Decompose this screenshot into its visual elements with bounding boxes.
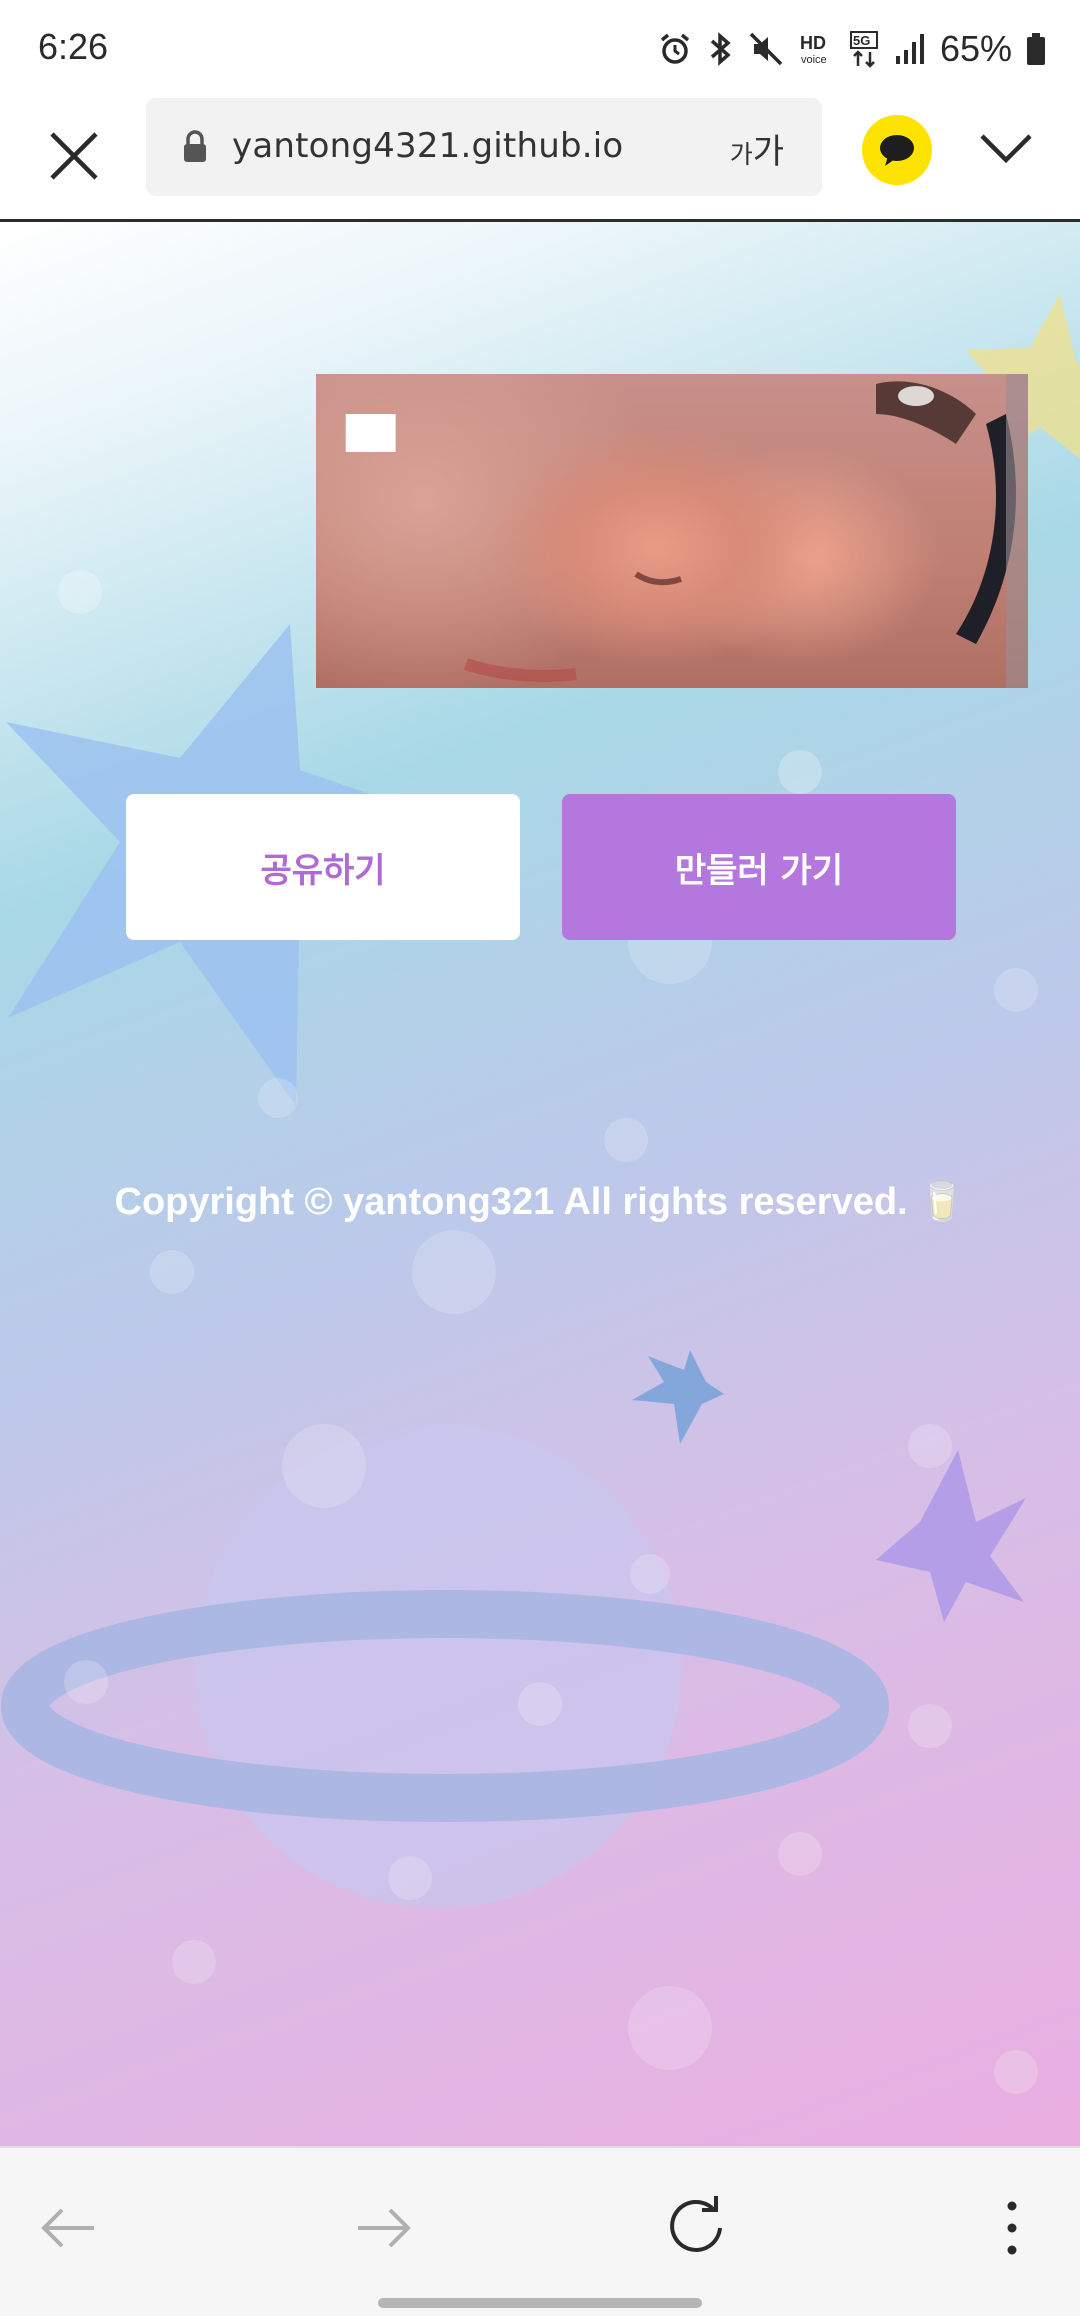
bubble-icon bbox=[994, 2050, 1038, 2094]
bubble-icon bbox=[412, 1230, 496, 1314]
bubble-icon bbox=[628, 1986, 712, 2070]
bubble-icon bbox=[908, 1704, 952, 1748]
lock-icon bbox=[184, 130, 206, 162]
5g-icon: 5G bbox=[849, 31, 878, 68]
font-size-button[interactable]: 가가 bbox=[730, 124, 784, 173]
star-purple-icon bbox=[876, 1450, 1026, 1622]
make-button[interactable]: 만들러 가기 bbox=[562, 794, 956, 940]
close-icon bbox=[50, 132, 98, 180]
bubble-icon bbox=[994, 968, 1038, 1012]
refresh-button[interactable] bbox=[656, 2188, 736, 2268]
web-content: ██ 공유하기 만들러 가기 Copyright © yantong321 Al… bbox=[0, 222, 1080, 2146]
status-time: 6:26 bbox=[38, 26, 109, 67]
browser-bottom-nav bbox=[0, 2146, 1080, 2316]
battery-icon bbox=[1027, 33, 1045, 65]
chevron-down-icon bbox=[980, 134, 1032, 164]
hd-voice-icon: HD voice bbox=[800, 33, 827, 66]
planet-icon bbox=[194, 1424, 682, 1908]
close-button[interactable] bbox=[44, 126, 104, 186]
bubble-icon bbox=[630, 1554, 670, 1594]
bubble-icon bbox=[778, 750, 822, 794]
alarm-icon bbox=[660, 33, 690, 64]
more-options-button[interactable] bbox=[972, 2188, 1052, 2268]
photo-detail-icon bbox=[464, 374, 1028, 688]
signal-icon bbox=[895, 34, 924, 64]
more-options-icon bbox=[1007, 2201, 1017, 2255]
bubble-icon bbox=[58, 570, 102, 614]
bubble-icon bbox=[908, 1424, 952, 1468]
refresh-icon bbox=[670, 2196, 722, 2252]
bubble-icon bbox=[282, 1424, 366, 1508]
forward-arrow-icon bbox=[358, 2208, 411, 2248]
browser-toolbar: yantong4321.github.io 가가 bbox=[0, 98, 1080, 222]
result-photo: ██ bbox=[316, 374, 1028, 688]
battery-percentage: 65% bbox=[939, 28, 1012, 69]
bluetooth-icon bbox=[710, 32, 731, 66]
kakao-talk-button[interactable] bbox=[862, 115, 932, 185]
kakao-talk-icon bbox=[880, 135, 914, 166]
bubble-icon bbox=[150, 1250, 194, 1294]
bubble-icon bbox=[778, 1832, 822, 1876]
bubble-icon bbox=[258, 1078, 298, 1118]
svg-text:5G: 5G bbox=[853, 33, 870, 48]
address-bar[interactable]: yantong4321.github.io 가가 bbox=[146, 98, 822, 196]
mute-icon bbox=[749, 32, 783, 66]
photo-name-label: ██ bbox=[346, 414, 396, 452]
url-text: yantong4321.github.io bbox=[232, 126, 624, 166]
back-arrow-icon bbox=[41, 2208, 94, 2248]
bubble-icon bbox=[604, 1118, 648, 1162]
home-indicator[interactable] bbox=[378, 2298, 702, 2308]
svg-text:voice: voice bbox=[801, 54, 827, 66]
status-bar: 6:26 HD voice 5G 65% bbox=[0, 0, 1080, 98]
bubble-icon bbox=[172, 1940, 216, 1984]
bubble-icon bbox=[388, 1856, 432, 1900]
svg-text:HD: HD bbox=[800, 33, 826, 53]
copyright-text: Copyright © yantong321 All rights reserv… bbox=[114, 1181, 966, 1223]
menu-expand-button[interactable] bbox=[978, 128, 1034, 168]
forward-button[interactable] bbox=[344, 2188, 424, 2268]
status-icons: HD voice 5G 65% bbox=[658, 26, 1046, 72]
star-blue-small-icon bbox=[632, 1350, 724, 1444]
back-button[interactable] bbox=[28, 2188, 108, 2268]
font-size-large-glyph: 가 bbox=[752, 132, 784, 172]
share-button[interactable]: 공유하기 bbox=[126, 794, 520, 940]
bubble-icon bbox=[64, 1660, 108, 1704]
font-size-small-glyph: 가 bbox=[729, 140, 753, 169]
bubble-icon bbox=[518, 1682, 562, 1726]
